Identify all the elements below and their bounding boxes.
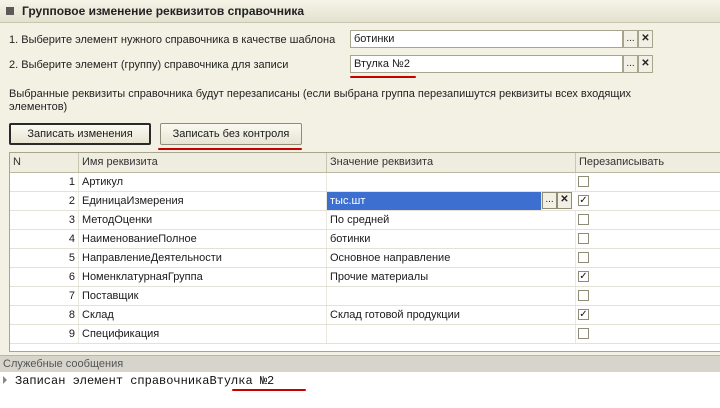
template-select-button[interactable]: ... [623, 30, 638, 48]
attribute-name: Артикул [79, 173, 327, 191]
messages-title: Служебные сообщения [3, 358, 124, 370]
attribute-value[interactable]: Основное направление [327, 249, 576, 267]
attribute-name: НаименованиеПолное [79, 230, 327, 248]
overwrite-checkbox[interactable] [578, 176, 589, 187]
form-icon [6, 7, 14, 15]
step1-label: 1. Выберите элемент нужного справочника … [9, 34, 336, 46]
overwrite-checkbox[interactable] [578, 328, 589, 339]
attribute-value[interactable] [327, 325, 576, 343]
value-select-button[interactable]: ... [542, 192, 557, 209]
overwrite-checkbox[interactable]: ✓ [578, 309, 589, 320]
write-changes-button[interactable]: Записать изменения [9, 123, 151, 145]
message-prefix: Записан элемент справочника [15, 374, 210, 388]
overwrite-checkbox[interactable] [578, 214, 589, 225]
write-without-control-button[interactable]: Записать без контроля [160, 123, 302, 145]
row-number: 3 [10, 211, 79, 229]
overwrite-checkbox[interactable]: ✓ [578, 271, 589, 282]
attribute-name: МетодОценки [79, 211, 327, 229]
window-title: Групповое изменение реквизитов справочни… [22, 4, 305, 18]
overwrite-cell [576, 287, 720, 305]
template-element-field[interactable]: ботинки [350, 30, 623, 48]
attribute-value[interactable] [327, 173, 576, 191]
attribute-value[interactable]: ботинки [327, 230, 576, 248]
attribute-value[interactable]: тыс.шт [327, 192, 542, 210]
attribute-name: Склад [79, 306, 327, 324]
overwrite-cell: ✓ [576, 192, 720, 210]
row-number: 9 [10, 325, 79, 343]
attribute-value[interactable]: Прочие материалы [327, 268, 576, 286]
attribute-value[interactable]: Склад готовой продукции [327, 306, 576, 324]
overwrite-cell [576, 173, 720, 191]
column-header-name[interactable]: Имя реквизита [79, 153, 327, 172]
attribute-name: Поставщик [79, 287, 327, 305]
attribute-name: НоменклатурнаяГруппа [79, 268, 327, 286]
table-row[interactable]: 2 ЕдиницаИзмерения тыс.шт... ✕ ✓ [10, 192, 720, 211]
target-clear-icon[interactable]: ✕ [638, 55, 653, 73]
target-underline-annotation [350, 76, 416, 78]
column-header-value[interactable]: Значение реквизита [327, 153, 576, 172]
overwrite-cell [576, 249, 720, 267]
attributes-table: N Имя реквизита Значение реквизита Перез… [9, 152, 720, 352]
row-number: 1 [10, 173, 79, 191]
table-row[interactable]: 7 Поставщик [10, 287, 720, 306]
table-row[interactable]: 9 Спецификация [10, 325, 720, 344]
overwrite-checkbox[interactable]: ✓ [578, 195, 589, 206]
attribute-name: Спецификация [79, 325, 327, 343]
attribute-name: НаправлениеДеятельности [79, 249, 327, 267]
overwrite-cell [576, 230, 720, 248]
row-number: 5 [10, 249, 79, 267]
row-number: 2 [10, 192, 79, 210]
message-arrow-icon [3, 376, 7, 384]
overwrite-checkbox[interactable] [578, 290, 589, 301]
row-number: 4 [10, 230, 79, 248]
overwrite-cell: ✓ [576, 268, 720, 286]
table-row[interactable]: 8 Склад Склад готовой продукции ✓ [10, 306, 720, 325]
value-clear-icon[interactable]: ✕ [557, 192, 572, 209]
column-header-overwrite[interactable]: Перезаписывать [576, 153, 720, 172]
overwrite-cell: ✓ [576, 306, 720, 324]
table-header: N Имя реквизита Значение реквизита Перез… [10, 153, 720, 173]
table-row[interactable]: 6 НоменклатурнаяГруппа Прочие материалы ✓ [10, 268, 720, 287]
info-note: Выбранные реквизиты справочника будут пе… [9, 88, 632, 113]
target-element-field[interactable]: Втулка №2 [350, 55, 623, 73]
overwrite-checkbox[interactable] [578, 252, 589, 263]
message-underline-annotation [232, 389, 306, 391]
row-number: 8 [10, 306, 79, 324]
attribute-name: ЕдиницаИзмерения [79, 192, 327, 210]
messages-panel-header: Служебные сообщения [0, 355, 720, 373]
target-select-button[interactable]: ... [623, 55, 638, 73]
messages-panel: Записан элемент справочникаВтулка №2 [0, 372, 720, 408]
message-element: Втулка №2 [209, 374, 275, 388]
attribute-value[interactable] [327, 287, 576, 305]
table-row[interactable]: 3 МетодОценки По средней [10, 211, 720, 230]
row-number: 6 [10, 268, 79, 286]
overwrite-cell [576, 211, 720, 229]
button-underline-annotation [158, 148, 302, 150]
window-titlebar: Групповое изменение реквизитов справочни… [0, 0, 720, 23]
overwrite-checkbox[interactable] [578, 233, 589, 244]
table-row[interactable]: 4 НаименованиеПолное ботинки [10, 230, 720, 249]
table-row[interactable]: 5 НаправлениеДеятельности Основное направл… [10, 249, 720, 268]
template-clear-icon[interactable]: ✕ [638, 30, 653, 48]
message-line[interactable]: Записан элемент справочникаВтулка №2 [15, 374, 274, 388]
step2-label: 2. Выберите элемент (группу) справочника… [9, 59, 289, 71]
row-number: 7 [10, 287, 79, 305]
attribute-value[interactable]: По средней [327, 211, 576, 229]
overwrite-cell [576, 325, 720, 343]
column-header-n[interactable]: N [10, 153, 79, 172]
table-row[interactable]: 1 Артикул [10, 173, 720, 192]
